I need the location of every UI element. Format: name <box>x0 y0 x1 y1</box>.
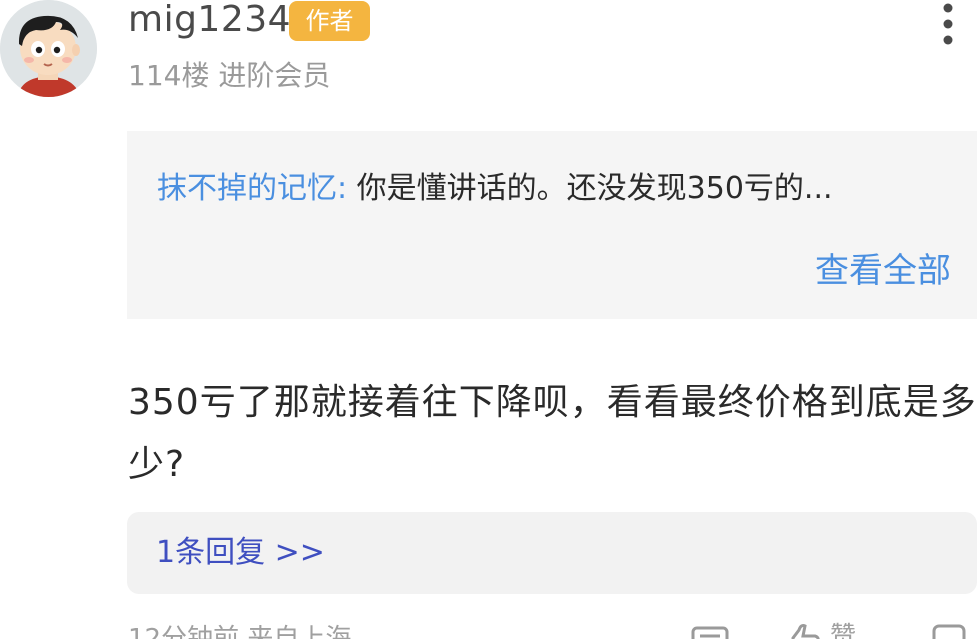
view-all-link[interactable]: 查看全部 <box>815 249 951 293</box>
quote-line: 抹不掉的记忆: 你是懂讲话的。还没发现350亏的... <box>157 169 833 209</box>
member-level: 进阶会员 <box>218 59 331 92</box>
like-label[interactable]: 赞 <box>830 620 856 639</box>
username[interactable]: mig1234 <box>128 0 291 40</box>
like-button[interactable] <box>785 620 825 639</box>
comment-icon <box>691 626 729 639</box>
avatar[interactable] <box>0 0 97 97</box>
author-badge: 作者 <box>289 1 370 41</box>
post-item: mig1234 作者 114楼 进阶会员 抹不掉的记忆: 你是懂讲话的。还没发现… <box>0 0 977 639</box>
replies-box[interactable]: 1条回复 >> <box>127 512 977 594</box>
share-icon <box>932 624 966 639</box>
floor-info: 114楼 进阶会员 <box>128 58 330 94</box>
replies-link[interactable]: 1条回复 >> <box>156 533 325 573</box>
avatar-illustration <box>0 0 97 97</box>
floor-number: 114楼 <box>128 59 210 92</box>
comment-button[interactable] <box>690 620 730 639</box>
share-button[interactable] <box>928 620 968 639</box>
quote-text: 你是懂讲话的。还没发现350亏的... <box>356 171 833 206</box>
post-meta: 12分钟前 来自上海 <box>128 624 352 639</box>
more-vertical-icon <box>943 3 953 45</box>
more-button[interactable] <box>928 2 968 48</box>
thumbs-up-icon <box>791 624 820 639</box>
quote-author[interactable]: 抹不掉的记忆: <box>157 171 347 206</box>
post-body: 350亏了那就接着往下降呗，看看最终价格到底是多少? <box>128 382 977 485</box>
quoted-comment[interactable]: 抹不掉的记忆: 你是懂讲话的。还没发现350亏的... 查看全部 <box>127 131 977 319</box>
